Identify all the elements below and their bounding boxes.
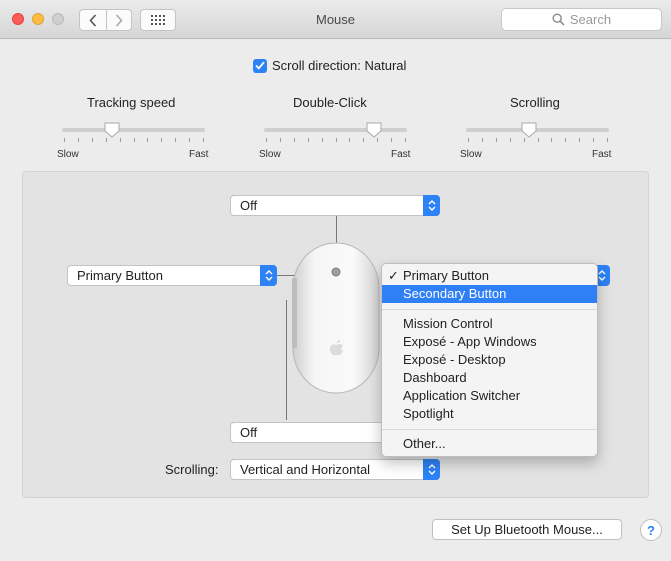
- menu-item-label: Dashboard: [403, 370, 467, 385]
- search-placeholder: Search: [569, 12, 612, 27]
- menu-item-application-switcher[interactable]: Application Switcher: [382, 387, 597, 405]
- title-bar: Mouse Search: [0, 0, 671, 39]
- connector-bottom-v: [286, 300, 287, 420]
- menu-item-label: Secondary Button: [403, 286, 507, 301]
- slider-tick: [495, 138, 497, 142]
- checkmark-icon: [255, 61, 265, 70]
- scrolling-popup[interactable]: Vertical and Horizontal: [230, 459, 440, 480]
- slider-tick: [349, 138, 351, 142]
- slider-tick: [64, 138, 65, 142]
- menu-item-label: Spotlight: [403, 406, 454, 421]
- updown-arrow-icon: [423, 195, 440, 216]
- slider-tick: [363, 138, 365, 142]
- slider-tick: [523, 138, 525, 142]
- slider-tick: [607, 138, 608, 142]
- slider-tick: [133, 138, 135, 142]
- slider-tick: [147, 138, 149, 142]
- double-click-title: Double-Click: [293, 95, 367, 110]
- menu-item-label: Exposé - Desktop: [403, 352, 506, 367]
- menu-item-label: Mission Control: [403, 316, 493, 331]
- slider-tick: [405, 138, 406, 142]
- scroll-direction-row[interactable]: Scroll direction: Natural: [253, 58, 406, 73]
- menu-item-other[interactable]: Other...: [382, 435, 597, 453]
- menu-item-label: Exposé - App Windows: [403, 334, 537, 349]
- slider-tick: [565, 138, 567, 142]
- tracking-speed-thumb[interactable]: [104, 122, 120, 138]
- slider-tick: [189, 138, 191, 142]
- slider-tick: [468, 138, 469, 142]
- scrolling-speed-min: Slow: [460, 149, 482, 160]
- slider-tick: [91, 138, 93, 142]
- menu-item-dashboard[interactable]: Dashboard: [382, 369, 597, 387]
- slider-tick: [509, 138, 511, 142]
- scroll-direction-checkbox[interactable]: [253, 58, 267, 73]
- updown-arrow-icon: [260, 265, 277, 286]
- help-button[interactable]: ?: [640, 519, 662, 541]
- tracking-speed-slider[interactable]: [62, 128, 205, 132]
- slider-tick: [105, 138, 107, 142]
- double-click-thumb[interactable]: [366, 122, 382, 138]
- left-button-value: Primary Button: [77, 268, 163, 283]
- slider-tick: [119, 138, 121, 142]
- top-button-popup[interactable]: Off: [230, 195, 440, 216]
- top-button-value: Off: [240, 198, 258, 213]
- menu-item-spotlight[interactable]: Spotlight: [382, 405, 597, 423]
- tracking-speed-title: Tracking speed: [87, 95, 176, 110]
- slider-tick: [279, 138, 281, 142]
- scrolling-speed-max: Fast: [592, 149, 612, 160]
- double-click-max: Fast: [391, 149, 411, 160]
- scroll-direction-label: Scroll direction: Natural: [272, 58, 407, 73]
- scrolling-speed-title: Scrolling: [510, 95, 560, 110]
- tracking-speed-min: Slow: [57, 149, 79, 160]
- search-input[interactable]: Search: [501, 8, 662, 31]
- slider-tick: [321, 138, 323, 142]
- double-click-slider[interactable]: [264, 128, 407, 132]
- scrolling-speed-thumb[interactable]: [521, 122, 537, 138]
- menu-item-mission-control[interactable]: Mission Control: [382, 315, 597, 333]
- mouse-illustration: [292, 242, 380, 394]
- menu-item-label: Application Switcher: [403, 388, 521, 403]
- slider-tick: [335, 138, 337, 142]
- slider-tick: [551, 138, 553, 142]
- slider-tick: [266, 138, 267, 142]
- tracking-speed-max: Fast: [189, 149, 209, 160]
- checkmark-icon: ✓: [388, 268, 399, 283]
- scrolling-speed-slider[interactable]: [466, 128, 609, 132]
- menu-item-expose-desktop[interactable]: Exposé - Desktop: [382, 351, 597, 369]
- menu-item-label: Primary Button: [403, 268, 489, 283]
- slider-tick: [307, 138, 309, 142]
- slider-tick: [161, 138, 163, 142]
- slider-tick: [175, 138, 177, 142]
- setup-bluetooth-mouse-button[interactable]: Set Up Bluetooth Mouse...: [432, 519, 622, 540]
- menu-item-expose-app-windows[interactable]: Exposé - App Windows: [382, 333, 597, 351]
- updown-arrow-icon: [598, 270, 606, 281]
- updown-arrow-icon: [423, 459, 440, 480]
- search-icon: [552, 13, 565, 26]
- double-click-min: Slow: [259, 149, 281, 160]
- menu-separator: [382, 429, 597, 430]
- bottom-button-value: Off: [240, 425, 258, 440]
- slider-tick: [537, 138, 539, 142]
- menu-item-secondary-button[interactable]: Secondary Button: [382, 285, 597, 303]
- menu-item-primary-button[interactable]: ✓ Primary Button: [382, 267, 597, 285]
- slider-tick: [391, 138, 393, 142]
- slider-tick: [593, 138, 595, 142]
- scrolling-value: Vertical and Horizontal: [240, 462, 371, 477]
- menu-item-label: Other...: [403, 436, 446, 451]
- slider-tick: [203, 138, 204, 142]
- slider-tick: [481, 138, 483, 142]
- slider-tick: [293, 138, 295, 142]
- scrolling-label: Scrolling:: [165, 462, 219, 477]
- button-action-menu: ✓ Primary Button Secondary Button Missio…: [381, 263, 598, 457]
- slider-tick: [579, 138, 581, 142]
- left-button-popup[interactable]: Primary Button: [67, 265, 277, 286]
- menu-separator: [382, 309, 597, 310]
- slider-tick: [77, 138, 79, 142]
- slider-tick: [377, 138, 379, 142]
